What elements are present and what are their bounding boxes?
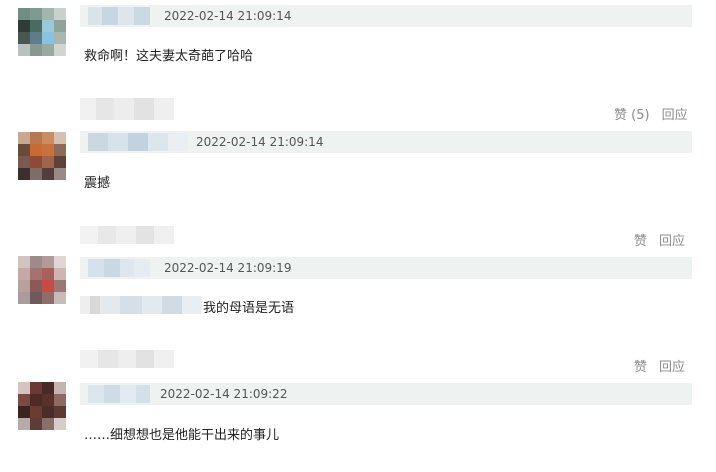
comment-meta-bar: 2022-02-14 21:09:22: [80, 383, 692, 405]
avatar[interactable]: [18, 132, 66, 180]
comment-actions: 赞 回应: [634, 356, 685, 375]
username-blurred[interactable]: [88, 385, 150, 403]
avatar[interactable]: [18, 8, 66, 56]
comment-text: 我的母语是无语: [203, 301, 295, 316]
username-blurred[interactable]: [80, 350, 174, 368]
reply-button[interactable]: 回应: [659, 230, 685, 249]
comment-timestamp: 2022-02-14 21:09:14: [196, 135, 324, 149]
like-button[interactable]: 赞 (5): [614, 104, 650, 123]
avatar[interactable]: [18, 256, 66, 304]
username-blurred[interactable]: [80, 226, 174, 244]
avatar[interactable]: [18, 382, 66, 430]
comment-meta-bar: 2022-02-14 21:09:19: [80, 257, 692, 279]
comment-timestamp: 2022-02-14 21:09:22: [160, 387, 288, 401]
like-button[interactable]: 赞: [634, 356, 647, 375]
username-blurred[interactable]: [88, 133, 188, 151]
comment-meta-bar: 2022-02-14 21:09:14: [80, 5, 692, 27]
comment-text: ……细想想也是他能干出来的事儿: [84, 428, 280, 443]
username-blurred[interactable]: [88, 259, 150, 277]
comment-actions: 赞 回应: [634, 230, 685, 249]
comment-timestamp: 2022-02-14 21:09:19: [164, 261, 292, 275]
comment-actions: 赞 (5) 回应: [614, 104, 688, 123]
like-button[interactable]: 赞: [634, 230, 647, 249]
mention-blurred[interactable]: [80, 296, 202, 314]
comment-meta-bar: 2022-02-14 21:09:14: [80, 131, 692, 153]
username-blurred[interactable]: [80, 98, 174, 120]
reply-button[interactable]: 回应: [659, 356, 685, 375]
comment-text: 救命啊！这夫妻太奇葩了哈哈: [84, 49, 254, 64]
username-blurred[interactable]: [88, 7, 150, 25]
reply-button[interactable]: 回应: [662, 104, 688, 123]
comment-timestamp: 2022-02-14 21:09:14: [164, 9, 292, 23]
comment-text: 震撼: [84, 176, 111, 191]
